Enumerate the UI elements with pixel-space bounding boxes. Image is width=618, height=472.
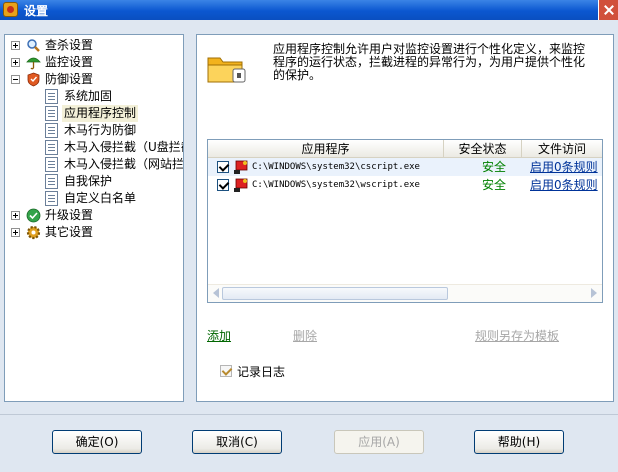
tree-item-scan[interactable]: 查杀设置 [9,37,183,54]
tree-item-update[interactable]: 升级设置 [9,207,183,224]
document-icon [45,123,58,138]
tree-item-whitelist[interactable]: 自定义白名单 [45,190,183,207]
scrollbar-thumb[interactable] [222,287,448,300]
list-header: 应用程序 安全状态 文件访问 [208,140,602,158]
app-path: C:\WINDOWS\system32\cscript.exe [252,162,420,172]
scroll-right-icon[interactable] [591,288,597,298]
collapse-minus-icon[interactable] [11,75,20,84]
tree-item-label: 升级设置 [45,208,94,222]
tree-item-self-protect[interactable]: 自我保护 [45,173,183,190]
description-text: 应用程序控制允许用户对监控设置进行个性化定义，来监控程序的运行状态，拦截进程的异… [273,42,586,82]
log-checkbox[interactable] [220,365,232,377]
app-logo-icon [3,2,18,17]
document-icon [45,106,58,121]
tree-item-label: 自定义白名单 [64,191,137,205]
close-icon[interactable] [598,0,618,20]
tree-item-label: 木马行为防御 [64,123,137,137]
save-template-link[interactable]: 规则另存为模板 [475,327,559,344]
tree-item-monitor[interactable]: 监控设置 [9,54,183,71]
gear-icon [26,225,41,240]
tree-item-defense[interactable]: 防御设置 [9,71,183,88]
table-row[interactable]: C:\WINDOWS\system32\wscript.exe 安全 启用0条规… [208,176,602,194]
rules-link[interactable]: 启用0条规则 [530,158,598,176]
document-icon [45,89,58,104]
column-header-application[interactable]: 应用程序 [208,140,444,158]
tree-item-label: 自我保护 [64,174,113,188]
delete-link[interactable]: 删除 [293,327,317,344]
scroll-left-icon[interactable] [213,288,219,298]
app-control-panel: 应用程序控制允许用户对监控设置进行个性化定义，来监控程序的运行状态，拦截进程的异… [196,34,614,402]
settings-tree: 查杀设置 监控设置 防御设置 系统加固 应用程序控制 木马行为防御 木马入侵拦截… [4,34,184,402]
expand-plus-icon[interactable] [11,41,20,50]
column-header-file-access[interactable]: 文件访问 [522,140,602,158]
tree-item-system-hardening[interactable]: 系统加固 [45,88,183,105]
tree-item-other[interactable]: 其它设置 [9,224,183,241]
window-title: 设置 [24,4,49,18]
document-icon [45,140,58,155]
tree-item-label: 系统加固 [64,89,113,103]
ok-button[interactable]: 确定(O) [52,430,142,454]
application-list: 应用程序 安全状态 文件访问 C:\WINDOWS\system32\cscri… [207,139,603,303]
expand-plus-icon[interactable] [11,228,20,237]
cancel-button[interactable]: 取消(C) [192,430,282,454]
add-link[interactable]: 添加 [207,327,231,344]
column-header-status[interactable]: 安全状态 [444,140,522,158]
tree-item-label: 木马入侵拦截（网站拦 [64,157,184,171]
help-button[interactable]: 帮助(H) [474,430,564,454]
title-bar: 设置 [0,0,618,20]
tree-item-trojan-behavior[interactable]: 木马行为防御 [45,122,183,139]
script-program-icon [234,160,248,174]
rules-link[interactable]: 启用0条规则 [530,176,598,194]
table-row[interactable]: C:\WINDOWS\system32\cscript.exe 安全 启用0条规… [208,158,602,176]
check-circle-icon [26,208,41,223]
footer-divider [0,414,618,415]
tree-item-label: 防御设置 [45,72,94,86]
tree-item-label: 木马入侵拦截（U盘拦截 [64,140,184,154]
tree-item-label: 查杀设置 [45,38,94,52]
status-badge: 安全 [481,178,506,192]
tree-item-usb-intercept[interactable]: 木马入侵拦截（U盘拦截 [45,139,183,156]
tree-item-label: 其它设置 [45,225,94,239]
expand-plus-icon[interactable] [11,58,20,67]
expand-plus-icon[interactable] [11,211,20,220]
magnifier-icon [27,39,40,52]
umbrella-icon [26,57,41,70]
apply-button[interactable]: 应用(A) [334,430,424,454]
folder-icon [207,57,246,83]
row-checkbox[interactable] [217,161,229,173]
shield-icon [27,72,40,87]
tree-item-web-intercept[interactable]: 木马入侵拦截（网站拦 [45,156,183,173]
tree-item-label: 应用程序控制 [62,105,139,122]
document-icon [45,157,58,172]
script-program-icon [234,178,248,192]
tree-item-label: 监控设置 [45,55,94,69]
log-label: 记录日志 [237,365,286,379]
status-badge: 安全 [481,160,506,174]
horizontal-scrollbar[interactable] [208,284,602,302]
document-icon [45,174,58,189]
document-icon [45,191,58,206]
row-checkbox[interactable] [217,179,229,191]
app-path: C:\WINDOWS\system32\wscript.exe [252,180,420,190]
tree-item-app-control[interactable]: 应用程序控制 [45,105,183,122]
